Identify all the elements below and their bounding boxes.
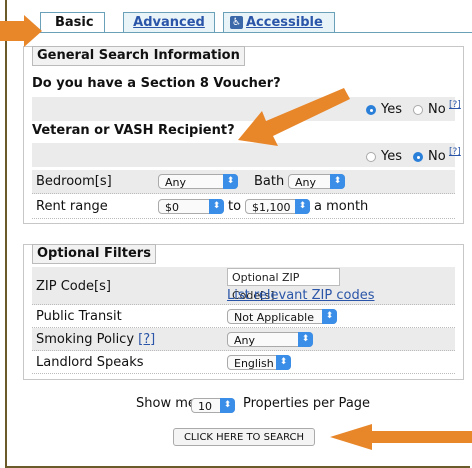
arrow-veteran xyxy=(238,88,350,146)
annotation-arrows xyxy=(0,15,472,450)
arrow-tabs xyxy=(0,15,42,47)
arrow-search xyxy=(330,424,472,450)
